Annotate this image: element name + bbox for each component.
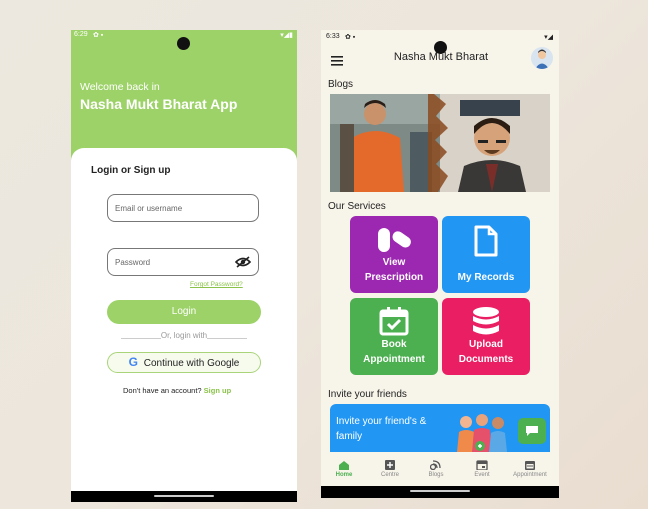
calendar-check-icon <box>379 307 409 336</box>
invite-heading: Invite your friends <box>328 389 407 400</box>
tile-label-line1: Upload <box>469 339 503 350</box>
divider-text: Or, login with <box>160 331 208 340</box>
battery-icon: ▾◢▮ <box>280 32 293 39</box>
upload-documents-tile[interactable]: Upload Documents <box>442 298 530 375</box>
plus-box-icon <box>385 460 395 470</box>
status-time: 6:29 <box>74 31 88 38</box>
eye-off-icon[interactable] <box>235 256 251 268</box>
nav-label: Blogs <box>428 472 444 478</box>
signup-row: Don't have an account? Sign up <box>123 386 231 395</box>
services-heading: Our Services <box>328 201 386 212</box>
status-bar: 6:33 ✿ ▪ ▾◢ <box>321 30 559 41</box>
chat-icon <box>526 426 538 436</box>
gesture-bar <box>71 491 297 502</box>
home-icon <box>339 461 349 470</box>
tile-label-line1: View <box>382 257 406 268</box>
nav-centre[interactable]: Centre <box>367 460 413 478</box>
book-appointment-tile[interactable]: Book Appointment <box>350 298 438 375</box>
camera-notch <box>177 37 190 50</box>
settings-icon: ✿ ▪ <box>93 32 104 39</box>
login-heading: Login or Sign up <box>91 165 171 176</box>
settings-icon: ✿ ▪ <box>345 34 356 41</box>
home-screen: 6:33 ✿ ▪ ▾◢ Nasha Mukt Bharat Blogs Our … <box>321 30 559 498</box>
divider-line <box>121 338 161 339</box>
blog-banner-image[interactable] <box>330 94 550 192</box>
login-card: Login or Sign up Email or username Passw… <box>71 148 297 488</box>
event-icon <box>476 460 488 470</box>
nav-blogs[interactable]: Blogs <box>413 460 459 478</box>
app-name: Nasha Mukt Bharat App <box>80 96 238 112</box>
blogs-heading: Blogs <box>328 79 354 90</box>
divider-line <box>207 338 247 339</box>
calendar-icon <box>525 461 535 470</box>
app-title: Nasha Mukt Bharat <box>393 51 489 63</box>
tile-label-line1: Book <box>381 339 407 350</box>
nav-event[interactable]: Event <box>459 460 505 478</box>
menu-icon[interactable] <box>331 53 343 71</box>
password-placeholder: Password <box>115 258 151 267</box>
nav-label: Home <box>335 472 353 478</box>
google-button-label: Continue with Google <box>143 358 240 369</box>
friends-illustration <box>457 414 507 452</box>
document-icon <box>474 225 498 257</box>
gesture-bar <box>321 486 559 498</box>
login-button[interactable]: Login <box>107 300 261 324</box>
tile-label-line2: Prescription <box>364 272 424 283</box>
invite-banner[interactable]: Invite your friend's & family <box>330 404 550 452</box>
login-screen: 6:29 ✿ ▪ ▾◢▮ Welcome back in Nasha Mukt … <box>71 30 297 502</box>
signal-icon: ▾◢ <box>544 34 553 41</box>
nav-appointment[interactable]: Appointment <box>507 460 553 478</box>
chat-button[interactable] <box>518 418 546 444</box>
invite-text-line1: Invite your friend's & <box>336 416 427 427</box>
invite-text-line2: family <box>336 431 363 442</box>
nav-label: Appointment <box>513 472 547 478</box>
tile-label-line2: Appointment <box>363 354 425 365</box>
blog-icon <box>430 460 441 470</box>
no-account-text: Don't have an account? <box>123 386 202 395</box>
nav-home[interactable]: Home <box>321 460 367 478</box>
pills-icon <box>378 228 411 252</box>
avatar[interactable] <box>531 47 553 69</box>
status-time: 6:33 <box>326 33 340 40</box>
view-prescription-tile[interactable]: View Prescription <box>350 216 438 293</box>
email-field[interactable]: Email or username <box>107 194 259 222</box>
signup-link[interactable]: Sign up <box>204 386 232 395</box>
nav-label: Centre <box>380 472 399 478</box>
google-button[interactable]: G Continue with Google <box>107 352 261 373</box>
google-icon: G <box>128 355 138 369</box>
tile-label-line2: My Records <box>457 272 515 283</box>
database-icon <box>473 307 499 335</box>
my-records-tile[interactable]: My Records <box>442 216 530 293</box>
user-avatar-icon <box>535 49 549 69</box>
login-divider: Or, login with <box>107 331 261 345</box>
email-placeholder: Email or username <box>115 204 183 213</box>
welcome-text: Welcome back in <box>80 81 160 93</box>
password-field[interactable]: Password <box>107 248 259 276</box>
nav-label: Event <box>474 472 490 478</box>
forgot-password-link[interactable]: Forgot Password? <box>190 281 243 288</box>
tile-label-line2: Documents <box>458 354 514 365</box>
